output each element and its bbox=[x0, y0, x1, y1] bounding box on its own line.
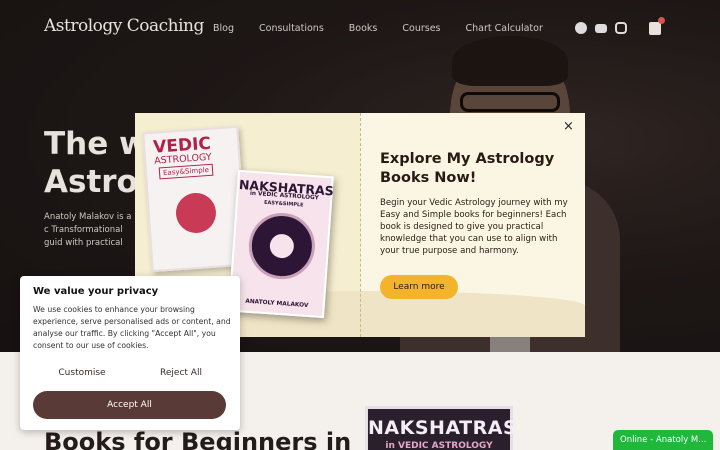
cookie-consent-banner: We value your privacy We use cookies to … bbox=[20, 276, 240, 430]
reject-all-button[interactable]: Reject All bbox=[133, 364, 229, 382]
cookie-text: We use cookies to enhance your browsing … bbox=[33, 305, 231, 350]
close-icon[interactable]: × bbox=[563, 119, 574, 134]
section-book-subtitle: in VEDIC ASTROLOGY bbox=[385, 441, 493, 450]
nav-item-blog[interactable]: Blog bbox=[213, 23, 234, 34]
nav-item-chart-calculator[interactable]: Chart Calculator bbox=[466, 23, 543, 34]
popup-description: Begin your Vedic Astrology journey with … bbox=[380, 198, 568, 256]
section-book-cover[interactable]: NAKSHATRAS in VEDIC ASTROLOGY bbox=[365, 406, 518, 450]
facebook-icon[interactable] bbox=[575, 22, 587, 34]
nav-links: Blog Consultations Books Courses Chart C… bbox=[213, 23, 568, 34]
hero-title-line2: Astro bbox=[44, 164, 138, 200]
book1-tag: Easy&Simple bbox=[158, 163, 214, 180]
cart-badge bbox=[658, 17, 665, 24]
nav-item-courses[interactable]: Courses bbox=[402, 23, 440, 34]
hero-description: Anatoly Malakov is a c Transformational … bbox=[44, 212, 132, 248]
popup-divider bbox=[360, 113, 361, 337]
zodiac-wheel-illustration bbox=[246, 210, 318, 282]
youtube-icon[interactable] bbox=[595, 24, 607, 33]
planet-illustration bbox=[174, 191, 218, 235]
site-logo[interactable]: Astrology Coaching bbox=[44, 16, 204, 36]
cookie-title: We value your privacy bbox=[33, 286, 159, 297]
section-title: Books for Beginners in bbox=[44, 428, 352, 450]
social-links bbox=[575, 22, 627, 34]
customise-button[interactable]: Customise bbox=[34, 364, 130, 382]
nakshatras-book-cover: NAKSHATRAS in VEDIC ASTROLOGY EASY&SIMPL… bbox=[228, 169, 334, 319]
cart-icon[interactable] bbox=[649, 22, 661, 35]
popup-title: Explore My Astrology Books Now! bbox=[380, 151, 555, 186]
chat-widget-button[interactable]: Online - Anatoly M... bbox=[613, 430, 713, 450]
nav-item-consultations[interactable]: Consultations bbox=[259, 23, 324, 34]
nav-item-books[interactable]: Books bbox=[349, 23, 378, 34]
accept-all-button[interactable]: Accept All bbox=[33, 391, 226, 419]
learn-more-button[interactable]: Learn more bbox=[380, 275, 458, 299]
book2-author: ANATOLY MALAKOV bbox=[245, 298, 309, 310]
instagram-icon[interactable] bbox=[615, 22, 627, 34]
section-book-title: NAKSHATRAS bbox=[368, 417, 518, 439]
top-nav: Astrology Coaching Blog Consultations Bo… bbox=[0, 0, 720, 56]
